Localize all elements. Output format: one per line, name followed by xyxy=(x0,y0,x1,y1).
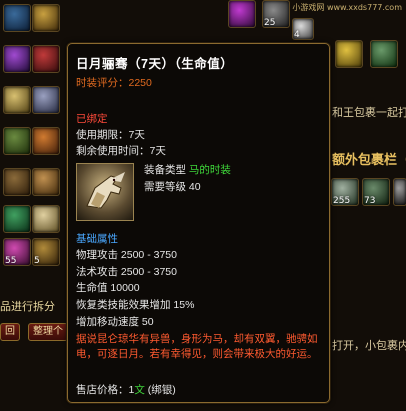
mount-horse-icon-graphic xyxy=(86,172,125,209)
extra-bag-title: 额外包裹栏（一 xyxy=(332,153,406,168)
price-suffix: (绑银) xyxy=(144,384,176,396)
inventory-slot[interactable] xyxy=(32,205,60,233)
bag-hint-text-2: 打开，小包裹内物 xyxy=(332,339,406,352)
bound-status: 已绑定 xyxy=(76,113,108,125)
basic-attributes-header: 基础属性 xyxy=(76,233,118,245)
level-requirement: 需要等级 40 xyxy=(144,181,201,193)
inventory-slot[interactable] xyxy=(3,4,31,32)
split-hint-text: 品进行拆分 xyxy=(0,300,55,313)
item-tooltip: 日月骊骞（7天）（生命值） 时装评分：2250 已绑定 使用期限：7天 剩余使用… xyxy=(67,43,330,403)
equip-type-value: 马的时装 xyxy=(188,164,231,176)
slot-count: 73 xyxy=(364,196,376,206)
inventory-slot[interactable] xyxy=(32,168,60,196)
price-unit: 文 xyxy=(134,384,145,396)
back-button[interactable]: 回 xyxy=(0,323,20,341)
watermark: 小游戏网 www.xxds777.com xyxy=(292,3,402,12)
attr-heal-bonus: 恢复类技能效果增加 15% xyxy=(76,299,195,311)
inventory-grid: 55 5 xyxy=(0,0,70,340)
mount-horse-icon xyxy=(76,163,134,221)
equip-type: 装备类型 马的时装 xyxy=(144,162,231,177)
remaining-time: 剩余使用时间：7天 xyxy=(76,145,166,157)
shop-price: 售店价格：1文 (绑银) xyxy=(76,382,176,397)
inventory-slot[interactable]: 5 xyxy=(32,238,60,266)
slot-count: 255 xyxy=(333,196,351,206)
inventory-slot[interactable] xyxy=(3,45,31,73)
item-description: 据说昆仑琼华有异兽，身形为马，却有双翼，驰骋如电，可逐日月。若有幸得见，则会带来… xyxy=(76,333,318,360)
slot-count: 4 xyxy=(294,30,300,40)
inventory-slot[interactable]: 73 xyxy=(362,178,390,206)
inventory-slot[interactable] xyxy=(3,127,31,155)
inventory-slot[interactable] xyxy=(228,0,256,28)
inventory-slot[interactable] xyxy=(3,205,31,233)
price-label: 售店价格： xyxy=(76,384,129,396)
inventory-slot[interactable] xyxy=(32,127,60,155)
inventory-slot[interactable] xyxy=(3,168,31,196)
inventory-slot[interactable] xyxy=(335,40,363,68)
fashion-score-value: 2250 xyxy=(128,77,152,89)
inventory-slot[interactable] xyxy=(3,86,31,114)
slot-count: 5 xyxy=(34,256,40,266)
attr-hp: 生命值 10000 xyxy=(76,282,140,294)
inventory-slot[interactable] xyxy=(32,86,60,114)
item-title: 日月骊骞（7天）（生命值） xyxy=(76,57,234,71)
inventory-slot[interactable]: 55 xyxy=(3,238,31,266)
inventory-slot[interactable] xyxy=(370,40,398,68)
inventory-slot[interactable] xyxy=(32,45,60,73)
attr-magic-attack: 法术攻击 2500 - 3750 xyxy=(76,266,177,278)
fashion-score-label: 时装评分： xyxy=(76,77,129,89)
inventory-slot[interactable] xyxy=(32,4,60,32)
bag-hint-text: 和王包裹一起打开，小包裹内物 xyxy=(332,106,406,119)
fashion-score: 时装评分：2250 xyxy=(76,75,152,90)
attr-move-speed: 增加移动速度 50 xyxy=(76,316,154,328)
inventory-slot[interactable]: 4 xyxy=(292,18,314,40)
use-period: 使用期限：7天 xyxy=(76,129,145,141)
sort-button[interactable]: 整理个 xyxy=(28,323,68,341)
slot-count: 55 xyxy=(5,256,17,266)
inventory-slot[interactable] xyxy=(393,178,406,206)
inventory-slot[interactable]: 255 xyxy=(331,178,359,206)
equip-type-label: 装备类型 xyxy=(144,164,186,176)
attr-physical-attack: 物理攻击 2500 - 3750 xyxy=(76,249,177,261)
inventory-slot[interactable]: 25 xyxy=(262,0,290,28)
slot-count: 25 xyxy=(264,18,276,28)
